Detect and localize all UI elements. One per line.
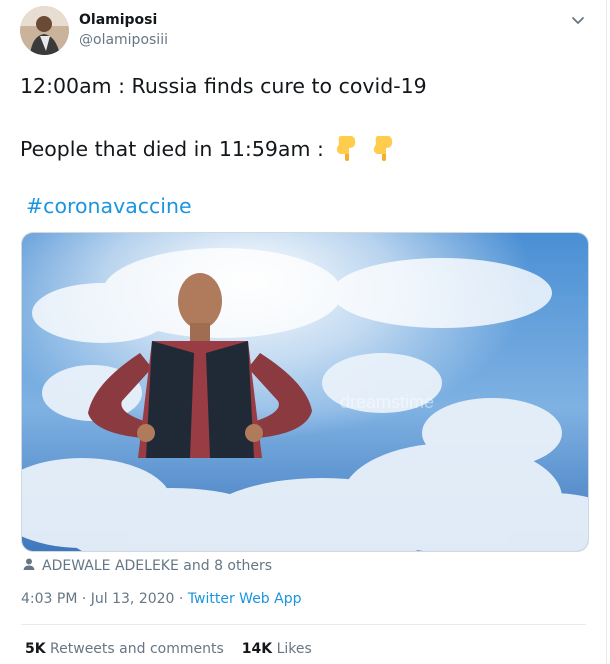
- user-icon: [22, 557, 36, 575]
- likes-label: Likes: [276, 641, 312, 657]
- retweets-stat[interactable]: 5K Retweets and comments: [25, 641, 224, 657]
- tweet-text-line-1: 12:00am : Russia finds cure to covid-19: [20, 74, 427, 98]
- avatar[interactable]: [20, 6, 69, 55]
- divider: [21, 624, 586, 625]
- retweets-count: 5K: [25, 641, 46, 657]
- chevron-down-icon[interactable]: [566, 8, 590, 32]
- pointing-down-emoji: [371, 134, 397, 167]
- tagged-users-text[interactable]: ADEWALE ADELEKE and 8 others: [42, 558, 272, 574]
- hashtag-link[interactable]: #coronavaccine: [26, 194, 192, 218]
- tweet-card: Olamiposi @olamiposiii 12:00am : Russia …: [0, 0, 607, 664]
- source-app-link[interactable]: Twitter Web App: [188, 591, 302, 607]
- pointing-down-emoji: [334, 134, 360, 167]
- likes-count: 14K: [241, 641, 273, 657]
- tweet-text-line-2-text: People that died in 11:59am :: [20, 137, 324, 161]
- likes-stat[interactable]: 14K Likes: [242, 641, 312, 657]
- retweets-label: Retweets and comments: [50, 641, 224, 657]
- tweet-timestamp[interactable]: 4:03 PM · Jul 13, 2020 ·: [21, 591, 188, 607]
- watermark-text: dreamstime: [340, 392, 434, 412]
- display-name[interactable]: Olamiposi: [79, 12, 157, 28]
- user-handle[interactable]: @olamiposiii: [79, 32, 168, 48]
- tweet-meta: 4:03 PM · Jul 13, 2020 · Twitter Web App: [21, 591, 302, 607]
- tweet-text-line-2: People that died in 11:59am :: [20, 134, 397, 167]
- tagged-users[interactable]: ADEWALE ADELEKE and 8 others: [22, 557, 272, 575]
- tweet-stats: 5K Retweets and comments 14K Likes: [25, 641, 312, 657]
- tweet-media-image[interactable]: dreamstime: [21, 232, 589, 552]
